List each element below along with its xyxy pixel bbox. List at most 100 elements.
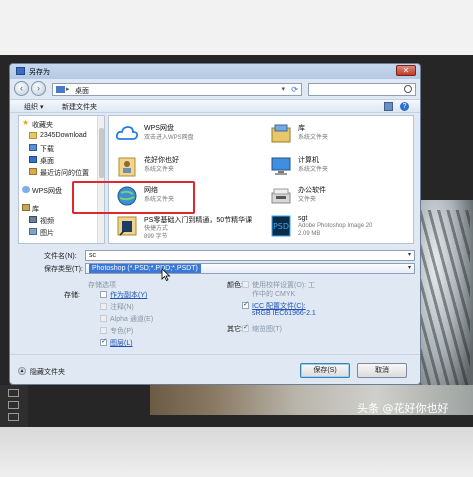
star-icon: ★ [22,118,30,127]
help-icon[interactable]: ? [400,102,409,111]
use-proof-label-2: 作中的 CMYK [252,291,296,298]
sidebar-item-label: 视频 [40,218,54,225]
icc-profile-value: sRGB IEC61966-2.1 [252,310,316,317]
video-icon [29,216,37,223]
sidebar-item-label: WPS网盘 [32,188,62,195]
folder-icon [271,188,291,204]
filetype-value: Photoshop (*.PSD;*.PDD;*.PSDT) [89,264,201,273]
file-type: 系统文件夹 [298,167,329,173]
sidebar-item-2345download[interactable]: 2345Download [19,131,104,142]
as-copy-checkbox[interactable] [100,291,107,298]
alpha-label: Alpha 通道(E) [110,316,154,323]
forward-button[interactable]: › [31,81,46,96]
back-button[interactable]: ‹ [14,81,29,96]
spot-checkbox[interactable] [100,327,107,334]
watermark-text: 头条 @花好你也好 [357,402,449,415]
search-icon[interactable] [404,85,412,93]
file-item-wps-cloud[interactable]: WPS网盘 双击进入WPS网盘 [111,120,261,150]
file-type: 文件夹 [298,197,317,203]
mouse-cursor-icon [161,268,171,281]
recent-places-icon [29,168,37,175]
color-label: 颜色: [227,282,243,289]
file-name: sgt [298,215,308,222]
sidebar-item-label: 下载 [40,146,54,153]
file-item-user[interactable]: 花好你也好 系统文件夹 [111,152,261,182]
title-bar[interactable]: 另存为 ✕ [10,64,420,79]
file-type: Adobe Photoshop Image 20 [298,223,373,229]
chevron-down-icon[interactable]: ▾ [408,264,411,273]
search-input[interactable] [308,83,416,96]
scrollbar-thumb[interactable] [99,128,104,178]
tool-icon[interactable] [8,413,19,421]
app-icon [16,67,25,75]
save-as-dialog: 另存为 ✕ ‹ › ▸ 桌面 ▾ ⟳ 组织 ▾ 新建文件夹 ? ★ 收藏夹 23… [9,63,421,385]
thumbnail-checkbox[interactable] [242,323,249,332]
download-folder-icon [29,144,37,151]
address-text: 桌面 [75,88,89,95]
notes-checkbox[interactable] [100,303,107,310]
sidebar-item-videos[interactable]: 视频 [19,215,104,226]
use-proof-checkbox[interactable] [242,281,249,288]
organize-menu[interactable]: 组织 ▾ [24,102,43,112]
filetype-select[interactable]: Photoshop (*.PSD;*.PDD;*.PSDT) ▾ [85,263,415,274]
sidebar-item-label: 2345Download [40,132,87,139]
other-label: 其它: [227,326,243,333]
file-item-office[interactable]: 办公软件 文件夹 [265,182,413,212]
user-folder-icon [118,157,136,177]
desktop-icon [29,156,37,163]
file-item-ps-course[interactable]: PS零基础入门到精通，50节精华课 快捷方式 899 字节 [111,212,261,242]
alpha-checkbox[interactable] [100,315,107,322]
sidebar-item-desktop[interactable]: 桌面 [19,155,104,166]
dialog-title: 另存为 [29,69,50,76]
close-button[interactable]: ✕ [396,65,416,76]
tool-icon[interactable] [8,389,19,397]
new-folder-button[interactable]: 新建文件夹 [62,102,97,112]
svg-text:PSD: PSD [273,222,289,231]
file-size: 899 字节 [144,234,168,240]
file-list[interactable]: WPS网盘 双击进入WPS网盘 库 系统文件夹 花好你也好 系统文件夹 计算机 … [108,115,414,244]
file-type: 系统文件夹 [298,135,329,141]
file-item-sgt[interactable]: PSD sgt Adobe Photoshop Image 20 2.09 MB [265,212,413,242]
sidebar-item-recent[interactable]: 最近访问的位置 [19,167,104,178]
thumbnail-label: 缩览图(T) [252,326,282,333]
file-size: 2.09 MB [298,231,321,237]
photoshop-toolbar[interactable] [0,385,28,427]
screen-bottom-bar [0,427,473,477]
file-item-computer[interactable]: 计算机 系统文件夹 [265,152,413,182]
computer-icon [271,157,291,175]
cancel-button[interactable]: 取消 [357,363,407,378]
toolbar: 组织 ▾ 新建文件夹 ? [10,99,420,113]
chevron-right-icon: ▸ [66,86,70,93]
tool-icon[interactable] [8,401,19,409]
sidebar-item-label: 图片 [40,230,54,237]
layers-label[interactable]: 图层(L) [110,338,133,348]
sidebar-item-label: 最近访问的位置 [40,170,89,177]
as-copy-label[interactable]: 作为副本(Y) [110,290,147,300]
sidebar-item-downloads[interactable]: 下载 [19,143,104,154]
save-button[interactable]: 保存(S) [300,363,350,378]
chevron-down-icon[interactable]: ▾ [281,85,285,93]
library-icon [22,204,30,211]
view-options-icon[interactable] [384,102,393,111]
chevron-down-icon[interactable]: ▾ [408,251,411,260]
refresh-icon[interactable]: ⟳ [291,85,298,94]
sidebar-item-label: 库 [32,206,39,213]
save-options-heading: 存储选项 [88,282,116,289]
file-item-library[interactable]: 库 系统文件夹 [265,120,413,150]
sidebar-scrollbar[interactable] [97,116,104,243]
screen-top-bar [0,0,473,55]
sidebar-item-label: 收藏夹 [32,122,53,129]
layers-checkbox[interactable] [100,337,107,346]
sidebar-item-favorites[interactable]: ★ 收藏夹 [19,118,104,130]
filename-input[interactable]: sc ▾ [85,250,415,261]
icc-checkbox[interactable] [242,300,249,309]
sidebar-item-pictures[interactable]: 图片 [19,227,104,238]
hide-folders-label: 隐藏文件夹 [30,369,65,376]
dialog-footer: ▲ 隐藏文件夹 保存(S) 取消 [10,354,420,382]
navigation-pane[interactable]: ★ 收藏夹 2345Download 下载 桌面 最近访问的位置 WPS网盘 库 [18,115,105,244]
file-type: 系统文件夹 [144,167,175,173]
address-bar[interactable]: ▸ 桌面 ▾ ⟳ [52,83,302,96]
folder-icon [29,132,37,139]
chevron-up-icon: ▲ [18,367,26,375]
desktop-icon [56,86,65,93]
